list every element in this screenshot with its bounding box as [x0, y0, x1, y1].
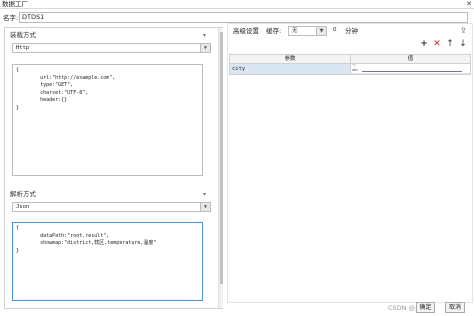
chevron-down-icon[interactable]: ▼	[316, 27, 326, 35]
cache-select[interactable]: 无 ▼	[288, 26, 327, 36]
text-type-icon: ᴬᵇ abc	[352, 64, 359, 72]
left-pane-scrollbar[interactable]	[218, 28, 223, 308]
code-line: dataPath:"root.result",	[16, 232, 110, 239]
cancel-button[interactable]: 取消	[445, 302, 465, 313]
parsing-config-editor[interactable]: { dataPath:"root.result", showmap:"distr…	[12, 222, 203, 301]
scrollbar-thumb[interactable]	[220, 32, 223, 284]
value-input[interactable]	[362, 66, 462, 72]
parsing-type-select[interactable]: Json ▼	[12, 202, 211, 212]
name-label: 名字:	[3, 14, 19, 22]
code-line: }	[16, 247, 20, 254]
loading-collapse-icon[interactable]: ▾	[203, 31, 206, 40]
code-line: showmap:"district,辖区,temperature,温度"	[16, 240, 157, 246]
code-line: header:{}	[16, 97, 68, 103]
code-line: url:"http://example.com",	[16, 74, 116, 81]
table-row[interactable]: city ᴬᵇ abc	[229, 64, 471, 75]
move-up-button[interactable]: ↑	[445, 40, 455, 49]
parsing-section-title: 解析方式	[10, 190, 36, 198]
parsing-type-value: Json	[16, 204, 30, 210]
duration-value: 0	[333, 27, 337, 33]
value-cell[interactable]: ᴬᵇ abc	[350, 64, 470, 73]
column-header-value[interactable]: 值	[351, 55, 470, 63]
cache-label: 缓存:	[266, 27, 282, 35]
loading-type-select[interactable]: Http ▼	[12, 43, 211, 53]
param-table-header: 参数 值	[229, 54, 471, 64]
window-titlebar: 数据工厂 ✕	[0, 0, 474, 9]
chevron-down-icon[interactable]: ▼	[200, 44, 210, 52]
duration-input[interactable]: 0	[330, 26, 342, 36]
export-icon[interactable]: ⇪	[460, 26, 467, 35]
close-icon[interactable]: ✕	[466, 0, 472, 9]
window-title: 数据工厂	[2, 0, 28, 8]
delete-param-button[interactable]: ✕	[432, 40, 442, 49]
loading-section-title: 装载方式	[10, 31, 36, 39]
move-down-button[interactable]: ↓	[458, 40, 468, 49]
loading-config-editor[interactable]: { url:"http://example.com", type:"GET", …	[12, 64, 203, 176]
duration-unit: 分钟	[345, 27, 358, 35]
code-line: {	[16, 225, 20, 231]
code-line: charset:"UTF-8",	[16, 89, 89, 96]
code-line: {	[16, 67, 20, 73]
add-param-button[interactable]: +	[419, 40, 429, 49]
loading-type-value: Http	[16, 45, 30, 51]
name-input[interactable]: DTDS1	[19, 12, 468, 23]
parsing-collapse-icon[interactable]: ▾	[203, 190, 206, 199]
param-cell[interactable]: city	[232, 65, 348, 73]
column-header-param[interactable]: 参数	[230, 55, 350, 63]
code-line: }	[16, 104, 20, 111]
chevron-down-icon[interactable]: ▼	[200, 203, 210, 211]
cache-value: 无	[292, 28, 298, 34]
advanced-label: 高级设置	[233, 27, 259, 35]
confirm-button[interactable]: 确定	[416, 302, 435, 313]
code-line: type:"GET",	[16, 82, 74, 88]
